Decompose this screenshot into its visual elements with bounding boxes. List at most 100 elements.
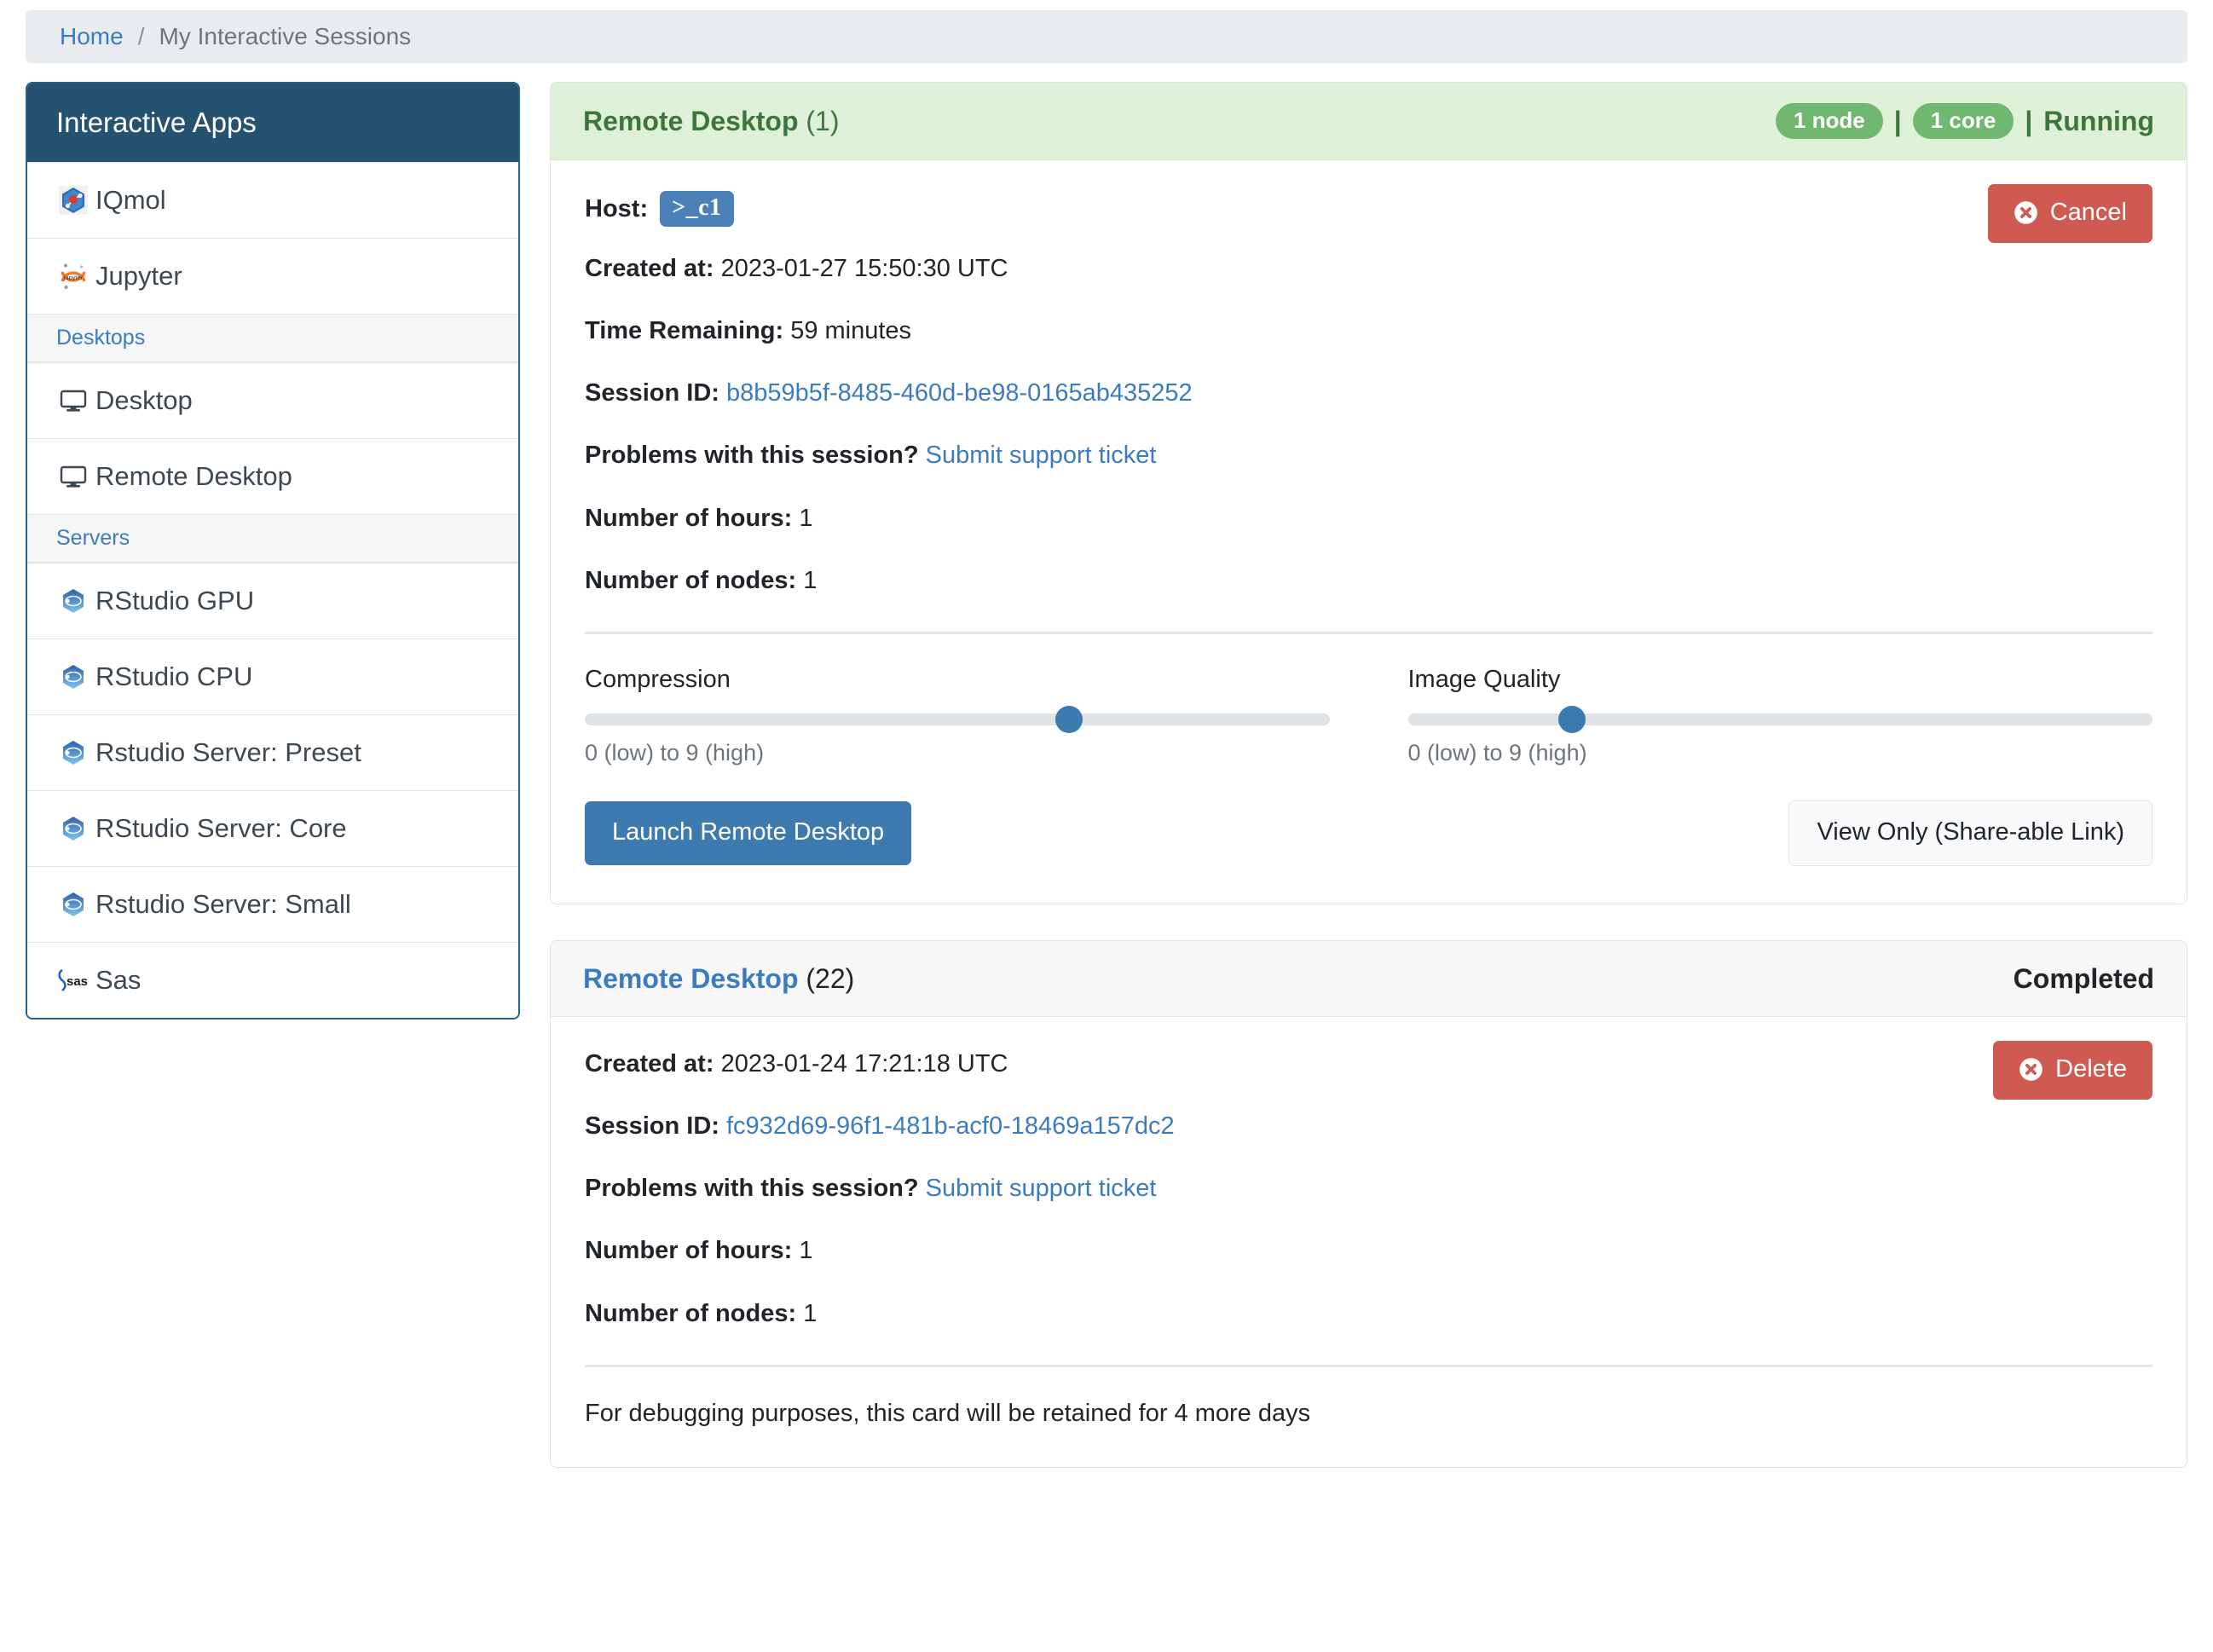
- sidebar-item-rstudio-cpu[interactable]: RStudio CPU: [27, 638, 518, 714]
- session-title: Remote Desktop (22): [583, 962, 854, 996]
- sidebar-item-label: Rstudio Server: Small: [95, 888, 351, 919]
- breadcrumb-home-link[interactable]: Home: [60, 23, 124, 50]
- x-circle-icon: [2014, 200, 2038, 225]
- created-at-label: Created at:: [585, 1050, 714, 1078]
- number-of-nodes-value: 1: [803, 566, 818, 594]
- compression-slider[interactable]: [585, 705, 1330, 733]
- node-badge: 1 node: [1775, 103, 1883, 139]
- session-card-body: Cancel Host: >_ c1 Created at: 2023-01-27…: [551, 160, 2187, 904]
- session-id-link[interactable]: b8b59b5f-8485-460d-be98-0165ab435252: [726, 379, 1193, 407]
- sas-icon: sas: [56, 963, 90, 997]
- number-of-nodes-value: 1: [803, 1299, 818, 1327]
- iqmol-icon: [56, 183, 90, 217]
- svg-text:sas: sas: [66, 974, 88, 989]
- created-at-row: Created at: 2023-01-24 17:21:18 UTC: [585, 1048, 2152, 1081]
- number-of-nodes-label: Number of nodes:: [585, 1299, 797, 1327]
- delete-button-label: Delete: [2055, 1055, 2127, 1083]
- session-status-group: 1 node | 1 core | Running: [1775, 103, 2154, 139]
- number-of-nodes-row: Number of nodes: 1: [585, 564, 2152, 598]
- core-badge: 1 core: [1912, 103, 2014, 139]
- sidebar-item-label: RStudio GPU: [95, 585, 255, 615]
- badge-separator: |: [1893, 106, 1902, 136]
- time-remaining-row: Time Remaining: 59 minutes: [585, 315, 2152, 348]
- sidebar-item-rstudio-gpu[interactable]: RStudio GPU: [27, 562, 518, 638]
- problems-row: Problems with this session? Submit suppo…: [585, 439, 2152, 472]
- rstudio-icon: [56, 736, 90, 770]
- section-divider: [585, 631, 2152, 634]
- session-action-row: Launch Remote Desktop View Only (Share-a…: [585, 800, 2152, 867]
- compression-slider-block: Compression 0 (low) to 9 (high): [585, 665, 1330, 766]
- sidebar-item-label: Desktop: [95, 384, 193, 415]
- sidebar-item-rstudio-server-core[interactable]: RStudio Server: Core: [27, 789, 518, 866]
- status-badge: Running: [2043, 106, 2154, 136]
- sidebar-item-label: RStudio CPU: [95, 661, 253, 691]
- interactive-apps-sidebar: Interactive Apps IQmol jupyter Jupyter D…: [26, 82, 520, 1020]
- sidebar-item-desktop[interactable]: Desktop: [27, 361, 518, 438]
- number-of-hours-row: Number of hours: 1: [585, 502, 2152, 535]
- terminal-prompt-icon: >_: [672, 194, 699, 221]
- host-label: Host:: [585, 194, 649, 222]
- session-card-completed: Remote Desktop (22) Completed Delete Cre…: [550, 940, 2187, 1469]
- sidebar-item-rstudio-server-small[interactable]: Rstudio Server: Small: [27, 865, 518, 942]
- x-circle-icon: [2019, 1057, 2043, 1082]
- launch-remote-desktop-button[interactable]: Launch Remote Desktop: [585, 801, 912, 866]
- rstudio-icon: [56, 887, 90, 921]
- jupyter-icon: jupyter: [56, 259, 90, 293]
- sidebar-section-servers: Servers: [27, 513, 518, 563]
- session-id-row: Session ID: b8b59b5f-8485-460d-be98-0165…: [585, 377, 2152, 410]
- image-quality-slider-block: Image Quality 0 (low) to 9 (high): [1407, 665, 2152, 766]
- host-terminal-badge[interactable]: >_ c1: [660, 191, 734, 227]
- sidebar-section-desktops: Desktops: [27, 313, 518, 362]
- session-id-label: Session ID:: [585, 1112, 719, 1141]
- sidebar-item-label: Jupyter: [95, 260, 182, 291]
- compression-hint: 0 (low) to 9 (high): [585, 739, 765, 765]
- monitor-icon: [56, 384, 90, 418]
- session-card-body: Delete Created at: 2023-01-24 17:21:18 U…: [551, 1017, 2187, 1467]
- sidebar-item-label: IQmol: [95, 184, 166, 215]
- compression-slider-thumb[interactable]: [1054, 705, 1083, 733]
- sidebar-item-jupyter[interactable]: jupyter Jupyter: [27, 237, 518, 314]
- number-of-hours-row: Number of hours: 1: [585, 1234, 2152, 1268]
- delete-button[interactable]: Delete: [1993, 1041, 2152, 1100]
- image-quality-slider-thumb[interactable]: [1557, 705, 1586, 733]
- image-quality-label: Image Quality: [1407, 665, 1561, 693]
- submit-support-ticket-link[interactable]: Submit support ticket: [926, 1175, 1157, 1202]
- sidebar-item-label: Sas: [95, 964, 142, 995]
- sidebar-item-sas[interactable]: sas Sas: [27, 941, 518, 1018]
- slider-area: Compression 0 (low) to 9 (high) Image Qu…: [585, 665, 2152, 766]
- image-quality-slider[interactable]: [1407, 705, 2152, 733]
- sidebar-item-rstudio-server-preset[interactable]: Rstudio Server: Preset: [27, 713, 518, 790]
- created-at-row: Created at: 2023-01-27 15:50:30 UTC: [585, 252, 2152, 286]
- session-count: (22): [806, 963, 855, 995]
- session-card-header: Remote Desktop (22) Completed: [551, 941, 2187, 1018]
- created-at-label: Created at:: [585, 255, 714, 282]
- sidebar-item-label: Rstudio Server: Preset: [95, 736, 361, 767]
- view-only-share-link-button[interactable]: View Only (Share-able Link): [1788, 800, 2152, 867]
- sidebar-title: Interactive Apps: [27, 84, 518, 162]
- sidebar-item-iqmol[interactable]: IQmol: [27, 161, 518, 238]
- time-remaining-value: 59 minutes: [790, 317, 912, 345]
- rstudio-icon: [56, 584, 90, 618]
- sidebar-item-remote-desktop[interactable]: Remote Desktop: [27, 437, 518, 514]
- host-row: Host: >_ c1: [585, 191, 2152, 227]
- session-title-link[interactable]: Remote Desktop: [583, 963, 799, 994]
- sidebar-item-label: RStudio Server: Core: [95, 812, 347, 843]
- number-of-hours-value: 1: [799, 504, 813, 532]
- number-of-nodes-row: Number of nodes: 1: [585, 1297, 2152, 1331]
- number-of-hours-value: 1: [799, 1237, 813, 1265]
- compression-label: Compression: [585, 665, 731, 693]
- session-card-header: Remote Desktop (1) 1 node | 1 core | Run…: [551, 83, 2187, 160]
- problems-row: Problems with this session? Submit suppo…: [585, 1172, 2152, 1205]
- breadcrumb-current: My Interactive Sessions: [159, 23, 412, 49]
- problems-label: Problems with this session?: [585, 442, 919, 470]
- cancel-button[interactable]: Cancel: [1987, 184, 2152, 243]
- monitor-icon: [56, 459, 90, 494]
- session-id-link[interactable]: fc932d69-96f1-481b-acf0-18469a157dc2: [726, 1112, 1175, 1140]
- sessions-list: Remote Desktop (1) 1 node | 1 core | Run…: [550, 82, 2187, 1469]
- session-card-running: Remote Desktop (1) 1 node | 1 core | Run…: [550, 82, 2187, 905]
- session-title: Remote Desktop (1): [583, 104, 840, 138]
- created-at-value: 2023-01-24 17:21:18 UTC: [720, 1050, 1008, 1078]
- rstudio-icon: [56, 660, 90, 694]
- submit-support-ticket-link[interactable]: Submit support ticket: [926, 442, 1157, 469]
- number-of-hours-label: Number of hours:: [585, 1237, 793, 1265]
